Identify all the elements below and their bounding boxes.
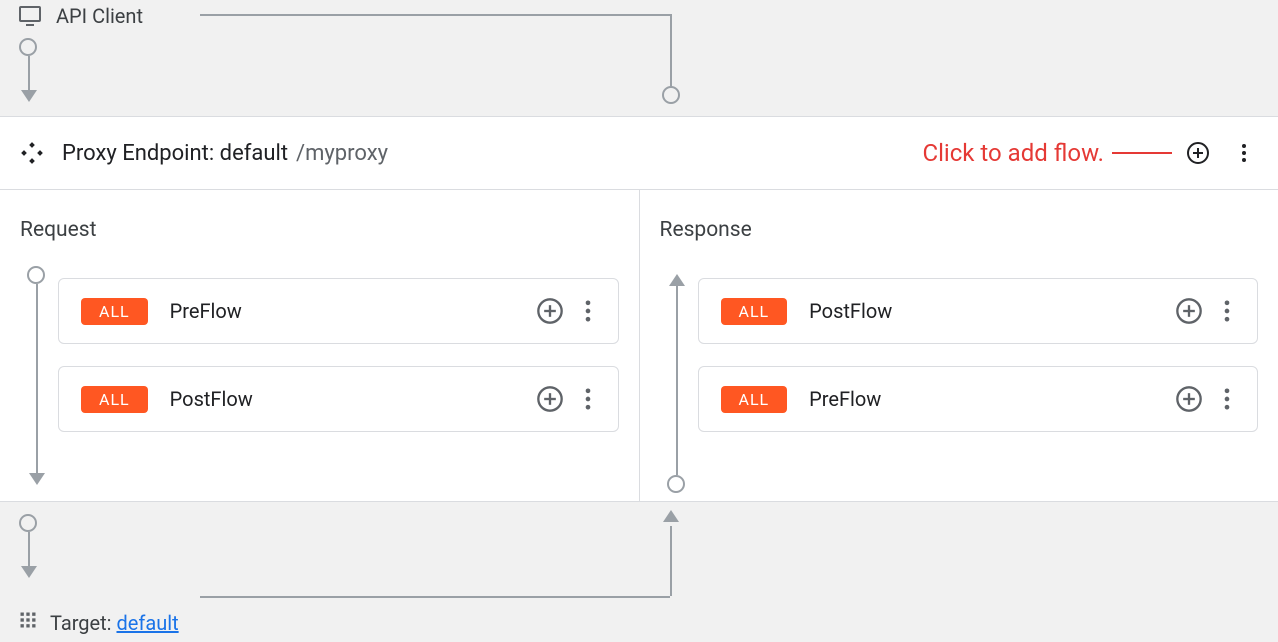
connector-node — [662, 86, 680, 104]
endpoint-title: Proxy Endpoint: default — [62, 141, 288, 166]
connector-node — [19, 38, 37, 56]
connector-line — [670, 14, 672, 88]
arrow-down-icon — [21, 566, 37, 578]
flow-menu-button[interactable] — [574, 385, 602, 413]
annotation-pointer — [1112, 152, 1172, 154]
connector-node — [19, 514, 37, 532]
flow-badge: ALL — [81, 298, 148, 325]
add-step-button[interactable] — [536, 297, 564, 325]
target-label-row: Target: default — [18, 610, 179, 635]
request-flow-axis — [28, 274, 46, 485]
add-flow-button[interactable] — [1184, 139, 1212, 167]
flow-name: PostFlow — [170, 387, 536, 411]
target-link[interactable]: default — [116, 611, 178, 635]
flow-menu-button[interactable] — [574, 297, 602, 325]
connector-line — [28, 532, 30, 570]
connector-line — [200, 14, 670, 16]
proxy-endpoint-header: Proxy Endpoint: default /myproxy Click t… — [0, 116, 1278, 190]
response-flow-axis — [668, 274, 686, 485]
flow-badge: ALL — [81, 386, 148, 413]
flow-name: PostFlow — [809, 299, 1175, 323]
api-client-text: API Client — [56, 4, 143, 28]
flow-card[interactable]: ALL PostFlow — [58, 366, 619, 432]
add-step-button[interactable] — [1175, 297, 1203, 325]
flow-card[interactable]: ALL PostFlow — [698, 278, 1259, 344]
flow-card[interactable]: ALL PreFlow — [698, 366, 1259, 432]
arrow-down-icon — [21, 90, 37, 102]
response-column: Response ALL PostFlow ALL PreFlow — [639, 190, 1278, 501]
annotation-text: Click to add flow. — [922, 139, 1104, 167]
flow-badge: ALL — [721, 298, 788, 325]
flow-card[interactable]: ALL PreFlow — [58, 278, 619, 344]
flow-menu-button[interactable] — [1213, 385, 1241, 413]
request-column: Request ALL PreFlow ALL PostFlow — [0, 190, 639, 501]
connector-line — [200, 596, 670, 598]
add-step-button[interactable] — [536, 385, 564, 413]
monitor-icon — [18, 4, 42, 28]
flow-menu-button[interactable] — [1213, 297, 1241, 325]
flow-name: PreFlow — [809, 387, 1175, 411]
flows-panel: Request ALL PreFlow ALL PostFlow — [0, 190, 1278, 502]
flow-badge: ALL — [721, 386, 788, 413]
target-label: Target: — [50, 611, 116, 635]
flow-name: PreFlow — [170, 299, 536, 323]
api-client-label: API Client — [18, 4, 143, 28]
arrow-up-icon — [663, 510, 679, 522]
request-heading: Request — [20, 218, 619, 242]
endpoint-icon — [20, 141, 44, 165]
add-step-button[interactable] — [1175, 385, 1203, 413]
endpoint-path: /myproxy — [296, 141, 388, 166]
apps-icon — [18, 610, 38, 635]
connector-line — [670, 526, 672, 596]
endpoint-menu-button[interactable] — [1230, 139, 1258, 167]
response-heading: Response — [660, 218, 1259, 242]
connector-line — [28, 56, 30, 94]
add-flow-annotation: Click to add flow. — [922, 139, 1172, 167]
